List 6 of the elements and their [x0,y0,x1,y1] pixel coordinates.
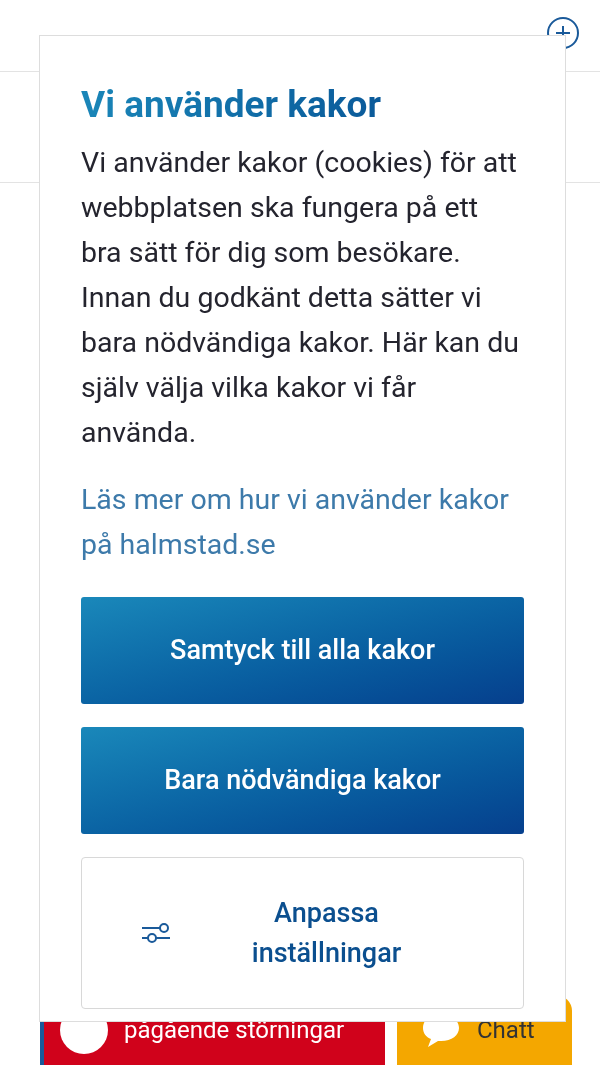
consent-button[interactable]: Bara nödvändiga kakor [81,727,524,834]
sliders-icon [142,921,170,945]
read-more-link[interactable]: Läs mer om hur vi använder kakor på halmstad.se [81,477,524,567]
dialog-body: Vi använder kakor (cookies) för att webbplatsen ska fungera på ett bra sätt för dig som besökare. Innan du godkänt detta sätter vi bara nödvändiga kakor. Här kan du själv välja vilka kakor vi får använda. [81,145,520,451]
settings-button[interactable]: Anpassa inställningar [81,857,524,1009]
consent-button[interactable]: Samtyck till alla kakor [81,597,524,704]
